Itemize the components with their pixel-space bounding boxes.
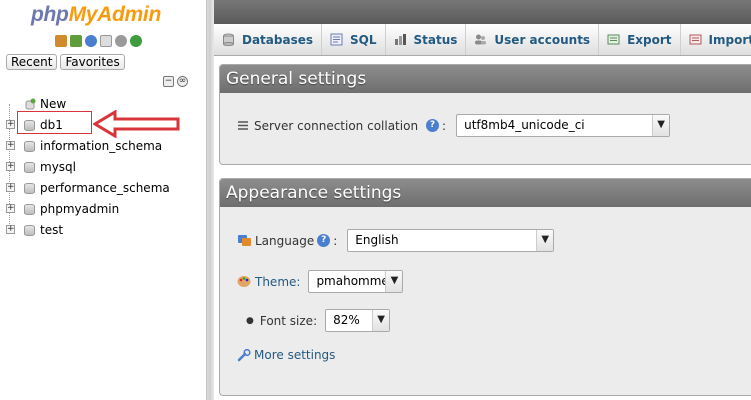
tab-status[interactable]: Status [386, 24, 467, 55]
database-icon [223, 33, 234, 46]
language-label: Language [255, 233, 315, 248]
users-icon [475, 34, 487, 45]
export-icon [607, 34, 620, 45]
highlight-box [17, 111, 92, 134]
colon: : [333, 233, 338, 248]
chevron-down-icon: ▼ [385, 271, 403, 292]
favorites-button[interactable]: Favorites [60, 54, 125, 70]
help-icon[interactable]: ? [426, 119, 440, 132]
expand-icon[interactable]: + [6, 162, 15, 171]
settings-gear-icon[interactable] [115, 35, 127, 47]
tree-controls: − ∞ [163, 76, 188, 87]
expand-icon[interactable]: + [6, 204, 15, 213]
tab-import[interactable]: Import [681, 24, 751, 55]
font-size-row: ● Font size: 82% ▼ [246, 309, 391, 332]
general-settings-title: General settings [220, 65, 751, 93]
top-bar [214, 0, 751, 24]
navigation-panel: phpMyAdmin Recent Favorites − ∞ New + db… [0, 0, 206, 400]
theme-link[interactable]: Theme: [255, 275, 300, 289]
list-icon [238, 121, 248, 130]
expand-icon[interactable]: + [6, 120, 15, 129]
chevron-down-icon: ▼ [652, 115, 670, 136]
language-value: English [355, 233, 399, 247]
expand-icon[interactable]: + [6, 141, 15, 150]
database-icon [24, 183, 35, 194]
tree-item-label: performance_schema [40, 181, 170, 195]
recent-favorites-tabs: Recent Favorites [6, 54, 125, 70]
tree-item-label: information_schema [40, 139, 163, 153]
database-icon [24, 162, 35, 173]
language-select[interactable]: English ▼ [347, 229, 555, 252]
tab-label: Status [413, 32, 458, 47]
nav-icon-bar [55, 35, 142, 47]
collation-select[interactable]: utf8mb4_unicode_ci ▼ [456, 114, 671, 137]
database-icon [24, 204, 35, 215]
recent-button[interactable]: Recent [6, 54, 58, 70]
theme-palette-icon [237, 276, 251, 287]
chevron-down-icon: ▼ [536, 230, 554, 251]
database-icon [24, 141, 35, 152]
language-icon [238, 235, 251, 246]
logo-part1: php [31, 3, 69, 26]
main-panel: Databases SQL Status User accounts Expor… [214, 0, 751, 400]
tab-label: User accounts [494, 32, 591, 47]
help-icon[interactable] [85, 35, 97, 47]
server-tabs: Databases SQL Status User accounts Expor… [214, 24, 751, 56]
expand-icon[interactable]: + [6, 225, 15, 234]
import-icon [689, 34, 702, 45]
font-size-select[interactable]: 82% ▼ [325, 309, 391, 332]
expand-icon[interactable]: + [6, 183, 15, 192]
tree-item-label: test [40, 223, 64, 237]
font-size-value: 82% [333, 313, 360, 327]
documentation-icon[interactable] [100, 35, 112, 47]
theme-value: pmahomme [316, 274, 389, 288]
tab-export[interactable]: Export [599, 24, 681, 55]
tab-label: SQL [350, 32, 377, 47]
more-settings-link[interactable]: More settings [254, 348, 335, 362]
tab-label: Databases [242, 32, 314, 47]
left-arrow-annotation [93, 110, 180, 138]
language-row: Language ? : English ▼ [237, 229, 555, 252]
logout-icon[interactable] [70, 35, 82, 47]
more-settings-row: More settings [237, 348, 335, 362]
help-icon[interactable]: ? [317, 234, 331, 247]
theme-select[interactable]: pmahomme ▼ [308, 270, 404, 293]
reload-icon[interactable] [130, 35, 142, 47]
collation-row: Server connection collation ? : utf8mb4_… [237, 114, 671, 137]
tab-databases[interactable]: Databases [214, 24, 323, 55]
bullet-icon: ● [246, 315, 254, 326]
tab-user-accounts[interactable]: User accounts [466, 24, 600, 55]
wrench-icon [237, 348, 251, 361]
collation-value: utf8mb4_unicode_ci [464, 118, 585, 132]
panel-resizer[interactable] [206, 0, 214, 400]
phpmyadmin-logo[interactable]: phpMyAdmin [31, 3, 161, 27]
tab-sql[interactable]: SQL [322, 24, 386, 55]
logo-part2: MyAdmin [68, 3, 162, 26]
sql-icon [330, 33, 343, 46]
appearance-settings-title: Appearance settings [220, 179, 751, 207]
general-settings-panel: General settings Server connection colla… [219, 64, 751, 165]
link-with-main-icon[interactable]: ∞ [177, 76, 188, 87]
status-icon [394, 34, 406, 45]
new-db-icon [25, 98, 36, 110]
colon: : [442, 118, 447, 133]
collapse-all-icon[interactable]: − [163, 76, 174, 87]
theme-row: Theme: pmahomme ▼ [237, 270, 404, 293]
collation-label: Server connection collation [254, 118, 419, 133]
font-size-label: Font size: [259, 313, 318, 328]
appearance-settings-panel: Appearance settings Language ? : English… [219, 178, 751, 396]
tab-label: Export [627, 32, 672, 47]
tree-item-label: phpmyadmin [40, 202, 120, 216]
home-icon[interactable] [55, 35, 67, 47]
chevron-down-icon: ▼ [372, 310, 390, 331]
tree-item-label: mysql [40, 160, 76, 174]
database-icon [24, 225, 35, 236]
tab-label: Import [708, 32, 751, 47]
